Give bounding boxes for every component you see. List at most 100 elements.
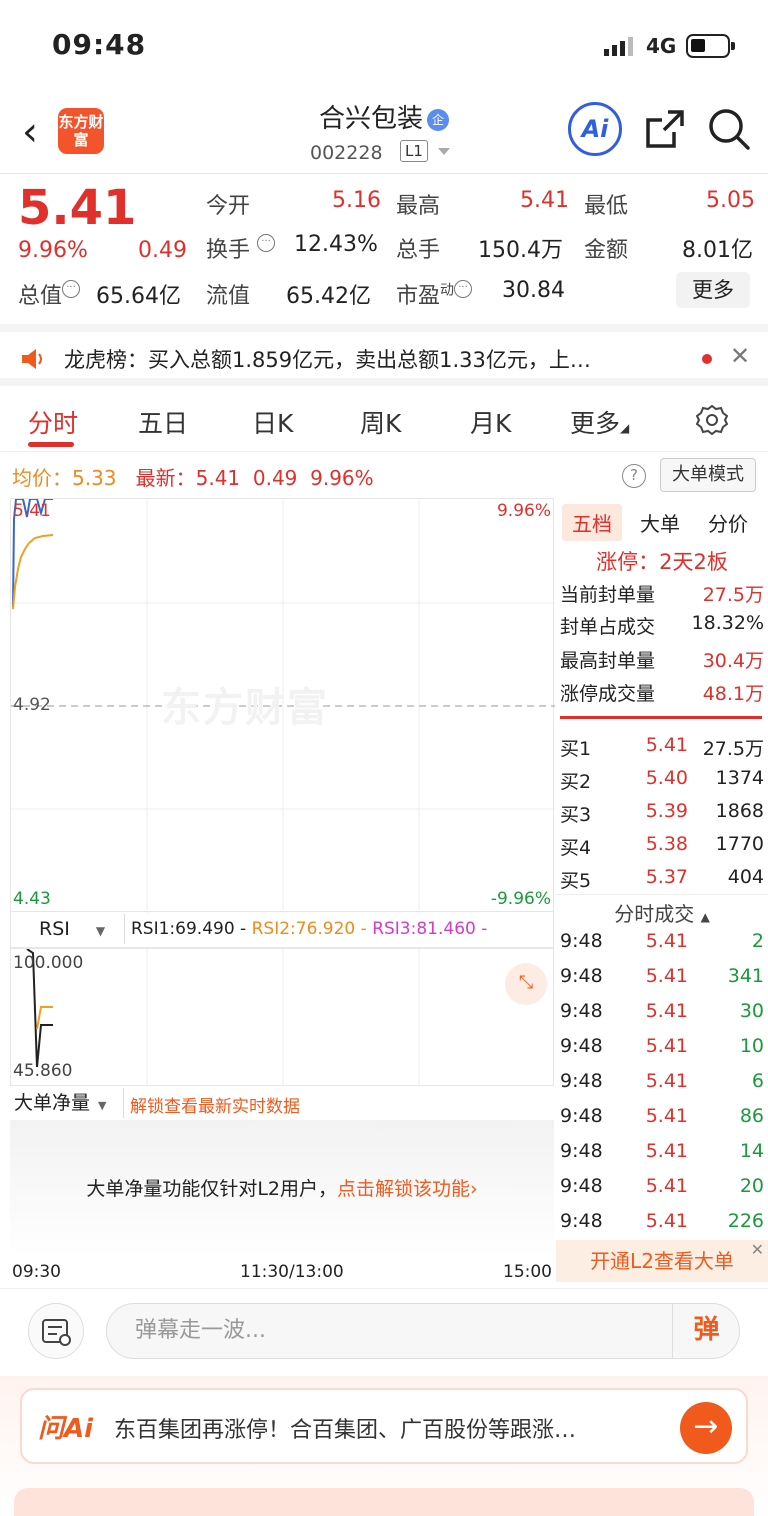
dragon-tiger-banner[interactable]: 龙虎榜：买入总额1.859亿元，卖出总额1.33亿元，上… ✕ xyxy=(0,324,768,386)
unlock-link[interactable]: 点击解锁该功能› xyxy=(337,1178,478,1200)
danmu-settings-icon xyxy=(42,1319,71,1346)
info-icon[interactable]: ··· xyxy=(62,280,81,298)
danmu-settings-button[interactable] xyxy=(28,1303,84,1359)
current-price: 5.41 xyxy=(18,180,137,236)
rsi-bottom-label: 45.860 xyxy=(13,1061,73,1081)
network-type: 4G xyxy=(646,34,677,58)
bid-volume: 1374 xyxy=(715,767,764,789)
tab-more[interactable]: 更多◢ xyxy=(570,404,629,440)
arrow-right-icon[interactable]: → xyxy=(680,1402,732,1454)
ask-ai-text: 东百集团再涨停！合百集团、广百股份等跟涨… xyxy=(114,1418,577,1443)
limit-up-title: 涨停：2天2板 xyxy=(596,550,728,574)
trade-time: 9:48 xyxy=(560,965,603,987)
bottom-pct-label: -9.96% xyxy=(490,889,551,909)
trade-price: 5.41 xyxy=(645,1210,688,1232)
rsi-chart[interactable]: 100.000 45.860 ⤡ xyxy=(10,948,554,1087)
help-icon[interactable]: ? xyxy=(622,464,646,488)
share-icon[interactable] xyxy=(644,108,686,150)
signal-icon xyxy=(604,37,633,56)
stat-value: 27.5万 xyxy=(702,584,764,606)
trade-time: 9:48 xyxy=(560,1070,603,1092)
chevron-down-icon: ▼ xyxy=(95,924,106,938)
ai-button[interactable]: Ai xyxy=(568,102,622,156)
tab-intraday[interactable]: 分时 xyxy=(28,404,78,440)
trade-time: 9:48 xyxy=(560,1210,603,1232)
stat-label: 涨停成交量 xyxy=(560,683,656,705)
bid-price: 5.41 xyxy=(645,734,688,756)
open-l2-button[interactable]: 开通L2查看大单 xyxy=(556,1240,768,1282)
tab-big-orders[interactable]: 大单 xyxy=(640,508,680,537)
mcap-value: 65.64亿 xyxy=(96,284,181,309)
flow-select[interactable]: 大单净量 ▼ xyxy=(10,1088,124,1118)
trade-price: 5.41 xyxy=(645,930,688,952)
flow-header: 大单净量 ▼ 解锁查看最新实时数据 xyxy=(10,1086,554,1120)
ask-ai-section: 问Ai 东百集团再涨停！合百集团、广百股份等跟涨… → xyxy=(0,1376,768,1516)
mid-price-label: 4.92 xyxy=(13,695,51,715)
rsi-header: RSI ▼ RSI1:69.490 - RSI2:76.920 - RSI3:81… xyxy=(10,912,554,948)
flow-unlock-link[interactable]: 解锁查看最新实时数据 xyxy=(130,1092,300,1117)
bid-row[interactable]: 买3 5.39 1868 xyxy=(560,800,764,832)
trade-volume: 226 xyxy=(727,1210,764,1232)
more-button[interactable]: 更多 xyxy=(676,272,750,308)
trade-volume: 6 xyxy=(751,1070,764,1092)
trade-time: 9:48 xyxy=(560,1140,603,1162)
amount-label: 金额 xyxy=(584,238,629,263)
stat-value: 48.1万 xyxy=(702,683,764,705)
info-icon[interactable]: ··· xyxy=(454,280,473,298)
info-icon[interactable]: ··· xyxy=(257,234,276,252)
bid-price: 5.40 xyxy=(645,767,688,789)
danmu-input[interactable]: 弹幕走一波... xyxy=(106,1303,740,1359)
mcap-label: 总值 ··· xyxy=(18,278,81,310)
amount-value: 8.01亿 xyxy=(682,238,753,263)
big-order-mode-button[interactable]: 大单模式 xyxy=(660,458,756,492)
level-badge[interactable]: L1 xyxy=(400,140,428,162)
trade-row: 9:48 5.41 226 xyxy=(560,1210,764,1242)
quote-panel: 5.41 9.96% 0.49 今开 5.16 最高 5.41 最低 5.05 … xyxy=(0,174,768,324)
tab-daily-k[interactable]: 日K xyxy=(252,404,293,440)
trade-price: 5.41 xyxy=(645,965,688,987)
stat-row: 涨停成交量 48.1万 xyxy=(560,679,764,711)
danmu-send-button[interactable]: 弹 xyxy=(672,1303,740,1359)
latest-change: 0.49 xyxy=(252,466,298,490)
turnover-value: 12.43% xyxy=(294,232,378,257)
stat-value: 18.32% xyxy=(691,612,764,634)
gear-icon[interactable] xyxy=(696,404,728,436)
tab-monthly-k[interactable]: 月K xyxy=(470,404,511,440)
tab-price-split[interactable]: 分价 xyxy=(708,508,748,537)
low-value: 5.05 xyxy=(706,188,755,213)
tab-five-day[interactable]: 五日 xyxy=(138,404,188,440)
turnover-label: 换手 ··· xyxy=(206,232,276,264)
float-value: 65.42亿 xyxy=(286,284,371,309)
stat-label: 封单占成交 xyxy=(560,616,656,638)
expand-icon[interactable]: ⤡ xyxy=(505,963,547,1005)
tab-five-levels[interactable]: 五档 xyxy=(562,504,622,541)
flow-message-text: 大单净量功能仅针对L2用户， xyxy=(86,1178,338,1200)
trades-title[interactable]: 分时成交 ▲ xyxy=(556,898,768,927)
volume-value: 150.4万 xyxy=(478,238,563,263)
close-icon[interactable]: ✕ xyxy=(730,342,750,370)
trade-price: 5.41 xyxy=(645,1000,688,1022)
ask-ai-card[interactable]: 问Ai 东百集团再涨停！合百集团、广百股份等跟涨… → xyxy=(20,1388,748,1464)
close-icon[interactable]: ✕ xyxy=(751,1240,764,1259)
latest-value: 5.41 xyxy=(195,466,241,490)
rsi-values: RSI1:69.490 - RSI2:76.920 - RSI3:81.460 … xyxy=(131,919,487,939)
bid-row[interactable]: 买2 5.40 1374 xyxy=(560,767,764,799)
trade-time: 9:48 xyxy=(560,930,603,952)
stat-label: 最高封单量 xyxy=(560,650,656,672)
divider xyxy=(556,894,768,895)
bid-row[interactable]: 买4 5.38 1770 xyxy=(560,833,764,865)
rsi3: RSI3:81.460 - xyxy=(372,919,488,939)
bid-row[interactable]: 买1 5.41 27.5万 xyxy=(560,734,764,766)
search-icon[interactable] xyxy=(706,106,752,152)
stat-row: 封单占成交 18.32% xyxy=(560,612,764,644)
turnover-label-text: 换手 xyxy=(206,238,251,263)
period-tabs: 分时 五日 日K 周K 月K 更多◢ xyxy=(0,386,768,452)
rsi-select[interactable]: RSI ▼ xyxy=(11,914,125,944)
stock-name: 合兴包装 xyxy=(318,104,423,134)
top-pct-label: 9.96% xyxy=(496,501,551,521)
rsi-grid xyxy=(26,949,420,1087)
trade-volume: 14 xyxy=(739,1140,764,1162)
chevron-down-icon[interactable] xyxy=(438,148,450,155)
intraday-chart[interactable]: 东方财富 5.41 9.96% 4.92 4.43 -9.96% xyxy=(10,498,555,913)
tab-weekly-k[interactable]: 周K xyxy=(360,404,401,440)
